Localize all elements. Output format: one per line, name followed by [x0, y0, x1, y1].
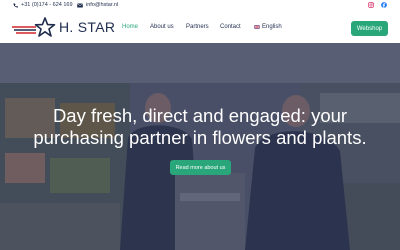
- facebook-icon[interactable]: [381, 2, 387, 8]
- email-link[interactable]: info@hstar.nl: [77, 2, 118, 8]
- uk-flag-icon: [254, 25, 260, 29]
- mail-icon: [77, 2, 83, 7]
- phone-number: +31 (0)174 - 624 169: [21, 2, 73, 8]
- hero-section: Day fresh, direct and engaged: your purc…: [0, 43, 400, 250]
- webshop-button[interactable]: Webshop: [351, 21, 388, 36]
- main-header: H. STAR Home About us Partners Contact E…: [0, 12, 400, 43]
- language-selector[interactable]: English: [254, 24, 282, 30]
- nav-about-us[interactable]: About us: [150, 24, 174, 30]
- nav-contact[interactable]: Contact: [220, 24, 241, 30]
- star-logo-icon: [12, 17, 56, 37]
- instagram-icon[interactable]: [368, 2, 374, 8]
- language-label: English: [262, 24, 282, 30]
- phone-icon: [13, 3, 18, 8]
- nav-partners[interactable]: Partners: [186, 24, 209, 30]
- read-more-button[interactable]: Read more about us: [170, 160, 231, 175]
- top-bar: +31 (0)174 - 624 169 info@hstar.nl: [0, 0, 400, 12]
- phone-link[interactable]: +31 (0)174 - 624 169: [13, 2, 73, 8]
- logo[interactable]: H. STAR: [12, 17, 115, 37]
- logo-text: H. STAR: [59, 19, 116, 35]
- email-address: info@hstar.nl: [86, 2, 119, 8]
- hero-headline: Day fresh, direct and engaged: your purc…: [33, 105, 367, 148]
- nav-home[interactable]: Home: [122, 24, 138, 30]
